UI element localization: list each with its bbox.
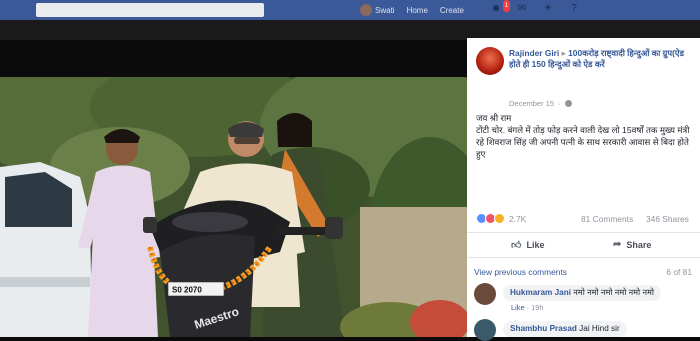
search-input[interactable]: [36, 3, 264, 17]
help-icon[interactable]: ?: [568, 3, 580, 15]
share-arrow-icon: ➦: [613, 239, 622, 250]
like-button[interactable]: 👍︎ Like: [511, 239, 544, 251]
reaction-count[interactable]: 2.7K: [509, 214, 526, 224]
lightbox-backdrop: [0, 20, 700, 40]
comment-meta: Like · 19h: [511, 303, 544, 312]
post-date[interactable]: December 15: [509, 99, 554, 108]
post-heading: Rajinder Giri ▸ 100करोड़ राष्ट्वादी हिन्…: [509, 48, 695, 70]
comment-item: Shambhu Prasad Jai Hind sir: [474, 319, 694, 341]
create-link[interactable]: Create: [440, 6, 464, 15]
post-meta: December 15 ·: [509, 99, 572, 108]
comment-item: Hukmaram Jani नमो नमो नमो नमो नमो नमो Li…: [474, 283, 694, 315]
share-button[interactable]: ➦ Share: [613, 239, 651, 250]
author-avatar[interactable]: [476, 47, 504, 75]
comment-text: नमो नमो नमो नमो नमो नमो: [573, 288, 655, 297]
shares-count[interactable]: 346 Shares: [646, 214, 689, 224]
notifications-icon[interactable]: ☀: [542, 3, 554, 15]
comment-time[interactable]: 19h: [531, 303, 543, 312]
photo-illustration: S0 2070 Maestro: [0, 77, 467, 337]
profile-link[interactable]: Swati: [360, 4, 395, 16]
avatar[interactable]: [474, 283, 496, 305]
top-nav: Swati Home Create: [360, 0, 464, 20]
number-plate-text: S0 2070: [172, 286, 202, 295]
home-link[interactable]: Home: [407, 6, 428, 15]
thumbs-up-icon: 👍︎: [511, 240, 522, 251]
comment-bubble: Hukmaram Jani नमो नमो नमो नमो नमो नमो: [503, 285, 662, 301]
friends-icon[interactable]: ☻ 1: [490, 0, 510, 15]
reactions-bar: 2.7K 81 Comments 346 Shares: [476, 213, 694, 225]
post-actions: 👍︎ Like ➦ Share: [467, 232, 700, 258]
profile-name: Swati: [375, 5, 395, 15]
reaction-icons[interactable]: [476, 213, 505, 224]
comment-like-link[interactable]: Like: [511, 303, 525, 312]
post-line-2: टोंटी चोर. बंगले में तोड़ फोड़ करने वाली…: [476, 125, 690, 159]
post-line-1: जय श्री राम: [476, 113, 512, 123]
messages-icon[interactable]: ✉: [516, 3, 528, 15]
notification-badge: 1: [502, 0, 510, 12]
comment-text: Jai Hind sir: [579, 324, 620, 333]
comment-bubble: Shambhu Prasad Jai Hind sir: [503, 321, 627, 337]
like-button-label: Like: [526, 240, 545, 250]
post-photo[interactable]: S0 2070 Maestro: [0, 77, 467, 337]
avatar: [360, 4, 372, 16]
comment-position: 6 of 81: [666, 267, 692, 277]
top-icons: ☻ 1 ✉ ☀ ?: [490, 0, 580, 15]
commenter-name[interactable]: Shambhu Prasad: [510, 324, 577, 333]
author-name[interactable]: Rajinder Giri: [509, 48, 559, 58]
post-panel: Rajinder Giri ▸ 100करोड़ राष्ट्वादी हिन्…: [467, 38, 700, 341]
view-previous-comments-link[interactable]: View previous comments: [474, 267, 567, 277]
globe-icon: [564, 100, 572, 107]
commenter-name[interactable]: Hukmaram Jani: [510, 288, 571, 297]
share-button-label: Share: [626, 239, 652, 250]
avatar[interactable]: [474, 319, 496, 341]
facebook-top-bar: Swati Home Create ☻ 1 ✉ ☀ ?: [0, 0, 700, 20]
post-text: जय श्री राम टोंटी चोर. बंगले में तोड़ फो…: [476, 112, 694, 160]
comments-count[interactable]: 81 Comments: [581, 214, 633, 224]
wow-reaction-icon: [494, 213, 505, 224]
